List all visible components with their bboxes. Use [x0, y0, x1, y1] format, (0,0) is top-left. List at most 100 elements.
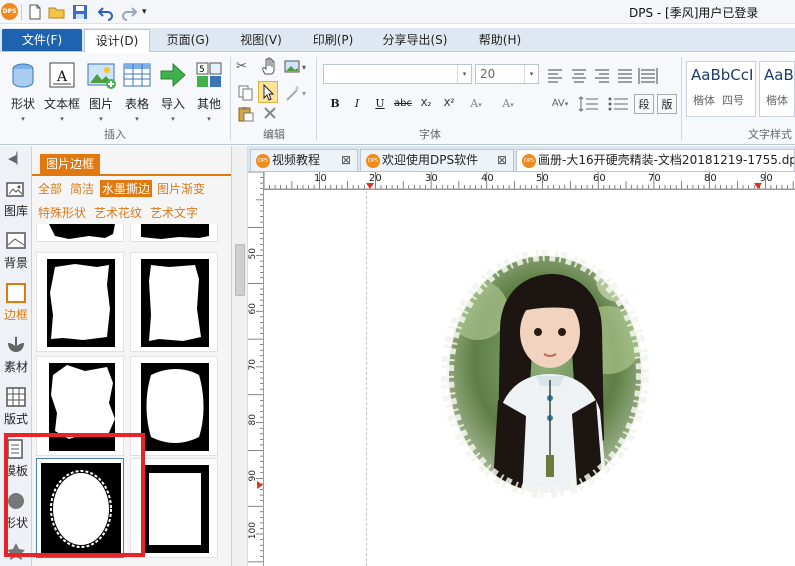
import-button[interactable]: 导入 ▾ [156, 61, 190, 123]
category-simple[interactable]: 简洁 [70, 180, 94, 197]
delete-icon[interactable] [262, 105, 278, 121]
svg-text:▾: ▾ [302, 63, 306, 72]
category-special-shape[interactable]: 特殊形状 [38, 204, 86, 221]
sidebar-item-background[interactable]: 背景 [0, 230, 32, 271]
layout-button[interactable]: 版 [657, 94, 677, 114]
paragraph-button[interactable]: 段 [634, 94, 654, 114]
frame-icon [5, 282, 27, 304]
align-left-icon[interactable] [547, 64, 567, 86]
tab-print[interactable]: 印刷(P) [303, 29, 363, 51]
sidebar-item-gallery[interactable]: 图库 [0, 178, 32, 219]
select-arrow-icon[interactable] [258, 81, 278, 103]
text-style-sample-2[interactable]: AaBb 楷体 [759, 61, 795, 117]
sidebar-item-layout[interactable]: 版式 [0, 386, 32, 427]
ruler-label: 50 [536, 173, 549, 184]
category-all[interactable]: 全部 [38, 180, 62, 197]
char-spacing-button[interactable]: AV▾ [546, 94, 574, 114]
layout-icon [5, 386, 27, 408]
cut-icon[interactable]: ✂ [236, 59, 252, 75]
app-logo: DPS [1, 3, 18, 20]
undo-icon[interactable] [97, 3, 115, 21]
tab-share-export[interactable]: 分享导出(S) [375, 29, 455, 51]
sidebar-item-frame[interactable]: 边框 [0, 282, 32, 323]
align-center-icon[interactable] [569, 64, 589, 86]
close-icon[interactable]: ⊠ [341, 150, 351, 170]
save-icon[interactable] [71, 3, 89, 21]
guide-line[interactable] [366, 191, 367, 566]
subscript-button[interactable]: X₂ [416, 94, 436, 114]
text-style-sample-1[interactable]: AaBbCcI 楷体 四号 [686, 61, 756, 117]
frame-thumbnail[interactable] [130, 252, 218, 352]
divider [21, 4, 22, 20]
other-button[interactable]: 5 其他 ▾ [192, 61, 226, 123]
font-color-button[interactable]: A▾ [462, 94, 490, 114]
tab-view[interactable]: 视图(V) [231, 29, 291, 51]
textbox-button[interactable]: A 文本框 ▾ [43, 61, 81, 123]
strikethrough-button[interactable]: abc [393, 94, 413, 114]
ruler-margin-marker[interactable] [754, 183, 762, 189]
tab-help[interactable]: 帮助(H) [470, 29, 530, 51]
text-style-group-label: 文字样式 [748, 128, 792, 141]
table-icon [122, 61, 152, 89]
bold-button[interactable]: B [325, 94, 345, 114]
redo-icon[interactable] [120, 3, 138, 21]
underline-button[interactable]: U [370, 94, 390, 114]
chevron-down-icon: ▾ [135, 115, 139, 123]
selection-highlight-box [4, 433, 145, 557]
superscript-button[interactable]: X² [439, 94, 459, 114]
chevron-down-icon[interactable]: ▾ [524, 65, 538, 83]
align-right-icon[interactable] [592, 64, 612, 86]
font-name-combo[interactable]: ▾ [323, 64, 472, 84]
shape-button[interactable]: 形状 ▾ [6, 61, 40, 123]
edit-group-label: 编辑 [263, 128, 285, 141]
magic-wand-icon[interactable]: ▾ [284, 84, 310, 102]
copy-icon[interactable] [238, 85, 254, 101]
distribute-icon[interactable] [638, 64, 658, 86]
paste-icon[interactable] [238, 106, 254, 122]
scrollbar-thumb[interactable] [235, 244, 245, 296]
doc-tab-welcome[interactable]: DPS 欢迎使用DPS软件 ⊠ [360, 149, 514, 171]
file-menu-tab[interactable]: 文件(F) [2, 29, 82, 51]
image-tool-icon[interactable]: ▾ [284, 58, 310, 76]
ruler-label: 70 [648, 173, 661, 184]
ruler-label: 80 [704, 173, 717, 184]
ruler-margin-marker[interactable] [257, 481, 263, 489]
tab-design[interactable]: 设计(D) [84, 29, 150, 52]
justify-icon[interactable] [615, 64, 635, 86]
tab-page[interactable]: 页面(G) [158, 29, 218, 51]
category-ink-torn[interactable]: 水墨撕边 [100, 180, 153, 197]
category-art-pattern[interactable]: 艺术花纹 [94, 204, 142, 221]
table-button[interactable]: 表格 ▾ [120, 61, 154, 123]
highlight-color-button[interactable]: A▾ [494, 94, 522, 114]
horizontal-ruler: 10 20 30 40 50 60 70 80 90 [263, 172, 795, 190]
frame-thumbnail[interactable] [130, 224, 218, 242]
ruler-margin-marker[interactable] [366, 183, 374, 189]
sidebar-item-material[interactable]: 素材 [0, 334, 32, 375]
divider [230, 57, 231, 141]
doc-tab-album[interactable]: DPS 画册-大16开硬壳精装-文档20181219-1755.dps [516, 149, 795, 171]
collapse-left-icon[interactable]: ◀▏ [8, 152, 25, 165]
ruler-label: 60 [248, 303, 258, 315]
frame-thumbnail[interactable] [36, 252, 124, 352]
font-size-combo[interactable]: 20 ▾ [475, 64, 539, 84]
picture-button[interactable]: 图片 ▾ [84, 61, 118, 123]
category-art-text[interactable]: 艺术文字 [150, 204, 198, 221]
frame-thumbnail[interactable] [36, 224, 124, 242]
open-folder-icon[interactable] [48, 3, 66, 21]
panel-scrollbar[interactable] [232, 146, 248, 566]
new-icon[interactable] [26, 3, 44, 21]
framed-photo[interactable] [438, 249, 653, 500]
list-icon[interactable] [606, 94, 632, 114]
line-spacing-icon[interactable] [577, 94, 603, 114]
category-picture-gradient[interactable]: 图片渐变 [157, 180, 205, 197]
title-bar: DPS ▾ DPS - [季风]用户已登录 [0, 0, 795, 24]
italic-button[interactable]: I [347, 94, 367, 114]
chevron-down-icon[interactable]: ▾ [457, 65, 471, 83]
close-icon[interactable]: ⊠ [497, 150, 507, 170]
chevron-down-icon: ▾ [207, 115, 211, 123]
pan-hand-icon[interactable] [260, 57, 278, 75]
svg-text:5: 5 [199, 65, 205, 75]
ruler-label: 30 [425, 173, 438, 184]
customize-dropdown-icon[interactable]: ▾ [142, 3, 160, 21]
doc-tab-video-tutorial[interactable]: DPS 视频教程 ⊠ [250, 149, 358, 171]
